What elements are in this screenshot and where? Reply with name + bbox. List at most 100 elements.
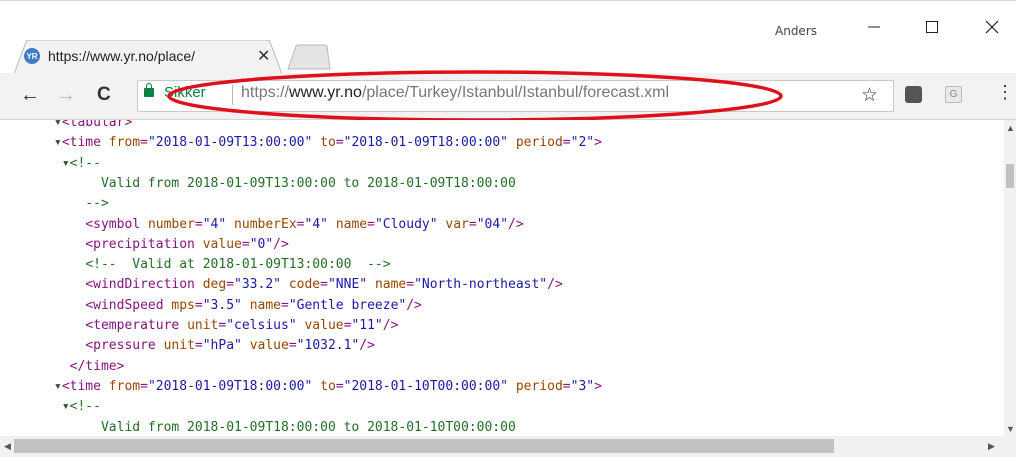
xml-line: <pressure unit="hPa" value="1032.1"/> — [54, 337, 375, 355]
xml-token: "11" — [351, 318, 383, 333]
url-path: /place/Turkey/Istanbul/Istanbul/forecast… — [361, 84, 670, 101]
collapse-toggle-icon[interactable]: ▾ — [54, 135, 62, 150]
xml-token: /> — [359, 338, 375, 354]
xml-token: <temperature — [85, 318, 188, 333]
xml-token: "hPa" — [202, 338, 242, 354]
xml-token: <symbol — [85, 216, 148, 232]
forward-button[interactable]: → — [56, 84, 76, 106]
minimize-icon — [868, 26, 880, 28]
xml-line: </time> — [54, 358, 125, 376]
xml-line: ▾<time from="2018-01-09T13:00:00" to="20… — [54, 134, 602, 152]
minimize-button[interactable] — [862, 15, 886, 39]
xml-token — [226, 217, 234, 232]
yr-favicon-icon: YR — [24, 48, 40, 64]
secure-label[interactable]: Sikker — [164, 84, 206, 101]
tab-close-button[interactable]: ✕ — [257, 46, 270, 66]
xml-token: /> — [508, 216, 524, 232]
xml-line: Valid from 2018-01-09T18:00:00 to 2018-0… — [54, 419, 516, 437]
xml-token: "3" — [570, 378, 595, 394]
xml-token: <windDirection — [85, 277, 203, 293]
xml-token: /> — [382, 318, 399, 333]
horizontal-scroll-thumb[interactable] — [14, 439, 834, 453]
xml-token: --> — [85, 196, 109, 212]
xml-token: "2018-01-09T18:00:00" — [147, 378, 313, 394]
xml-token: = — [226, 277, 235, 293]
omnibox-separator — [232, 85, 233, 105]
xml-viewer: ▾<tabular> ▾<time from="2018-01-09T13:00:… — [0, 120, 1004, 436]
xml-token: unit — [187, 318, 219, 333]
xml-token — [242, 338, 250, 353]
xml-token — [328, 217, 336, 232]
xml-token: "0" — [249, 236, 274, 252]
collapse-toggle-icon[interactable]: ▾ — [54, 120, 62, 130]
xml-token: = — [335, 378, 344, 394]
xml-token: to — [320, 378, 336, 394]
xml-line: ▾<tabular> — [54, 120, 132, 132]
xml-line: ▾<time from="2018-01-09T18:00:00" to="20… — [54, 378, 602, 396]
collapse-toggle-icon[interactable]: ▾ — [62, 156, 70, 171]
xml-token: Valid from 2018-01-09T18:00:00 to 2018-0… — [100, 419, 516, 435]
url-text[interactable]: https://www.yr.no/place/Turkey/Istanbul/… — [241, 84, 669, 102]
new-tab-button[interactable] — [286, 44, 332, 70]
vertical-scroll-thumb[interactable] — [1006, 164, 1014, 188]
reload-button[interactable]: C — [97, 84, 111, 106]
window-border — [0, 0, 1016, 1]
xml-token: /> — [406, 297, 422, 313]
close-icon — [985, 20, 999, 34]
scroll-left-arrow-icon[interactable]: ◀ — [4, 441, 11, 452]
xml-token: deg — [202, 277, 227, 293]
xml-token: from — [108, 135, 141, 151]
xml-token: <!-- — [69, 399, 101, 415]
xml-token: Valid from 2018-01-09T13:00:00 to 2018-0… — [100, 175, 516, 191]
xml-token: "2" — [570, 135, 595, 151]
bookmark-star-icon[interactable]: ☆ — [861, 84, 878, 107]
back-button[interactable]: ← — [20, 84, 40, 106]
scroll-up-arrow-icon[interactable]: ▲ — [1006, 123, 1015, 133]
xml-token: value — [202, 236, 242, 252]
xml-token: value — [249, 338, 289, 354]
extension-g-icon[interactable]: G — [945, 86, 962, 103]
scroll-down-arrow-icon[interactable]: ▼ — [1006, 424, 1015, 434]
xml-token: <time — [61, 378, 109, 394]
xml-token: = — [194, 297, 203, 313]
xml-token: "33.2" — [234, 277, 281, 293]
xml-token — [242, 298, 250, 313]
xml-token: <time — [61, 135, 109, 151]
xml-token: = — [241, 236, 250, 252]
menu-icon[interactable]: ⋮ — [996, 82, 1014, 103]
xml-token: "2018-01-09T13:00:00" — [147, 135, 313, 151]
xml-token — [367, 277, 375, 292]
xml-token: to — [320, 135, 336, 151]
xml-token — [281, 277, 289, 292]
collapse-toggle-icon[interactable]: ▾ — [54, 379, 62, 394]
xml-line: --> — [54, 195, 109, 213]
xml-token: unit — [163, 338, 195, 354]
xml-token: = — [140, 378, 148, 394]
xml-token: numberEx — [234, 216, 297, 232]
maximize-button[interactable] — [920, 15, 944, 39]
xml-line: ▾<!-- — [54, 155, 101, 173]
xml-token: <precipitation — [85, 236, 203, 252]
xml-token: <tabular> — [61, 120, 133, 130]
tab-title: https://www.yr.no/place/ — [48, 48, 196, 64]
xml-token: = — [562, 135, 571, 151]
xml-token — [312, 135, 320, 150]
xml-token: <pressure — [85, 338, 164, 354]
xml-token: = — [288, 338, 297, 354]
xml-token: value — [304, 318, 344, 333]
extension-icon[interactable] — [905, 86, 922, 103]
xml-line: Valid from 2018-01-09T13:00:00 to 2018-0… — [54, 175, 516, 193]
xml-token: = — [335, 135, 344, 151]
profile-name[interactable]: Anders — [775, 24, 817, 38]
xml-token: name — [374, 277, 407, 293]
url-host: www.yr.no — [289, 84, 362, 101]
xml-token — [508, 135, 516, 150]
lock-icon[interactable] — [144, 83, 154, 97]
xml-line: <!-- Valid at 2018-01-09T13:00:00 --> — [54, 256, 390, 274]
close-window-button[interactable] — [980, 15, 1004, 39]
collapse-toggle-icon[interactable]: ▾ — [62, 399, 70, 414]
xml-token: "North-northeast" — [414, 277, 548, 293]
xml-token: = — [406, 277, 415, 293]
scroll-right-arrow-icon[interactable]: ▶ — [988, 441, 995, 452]
xml-token: /> — [273, 236, 289, 252]
